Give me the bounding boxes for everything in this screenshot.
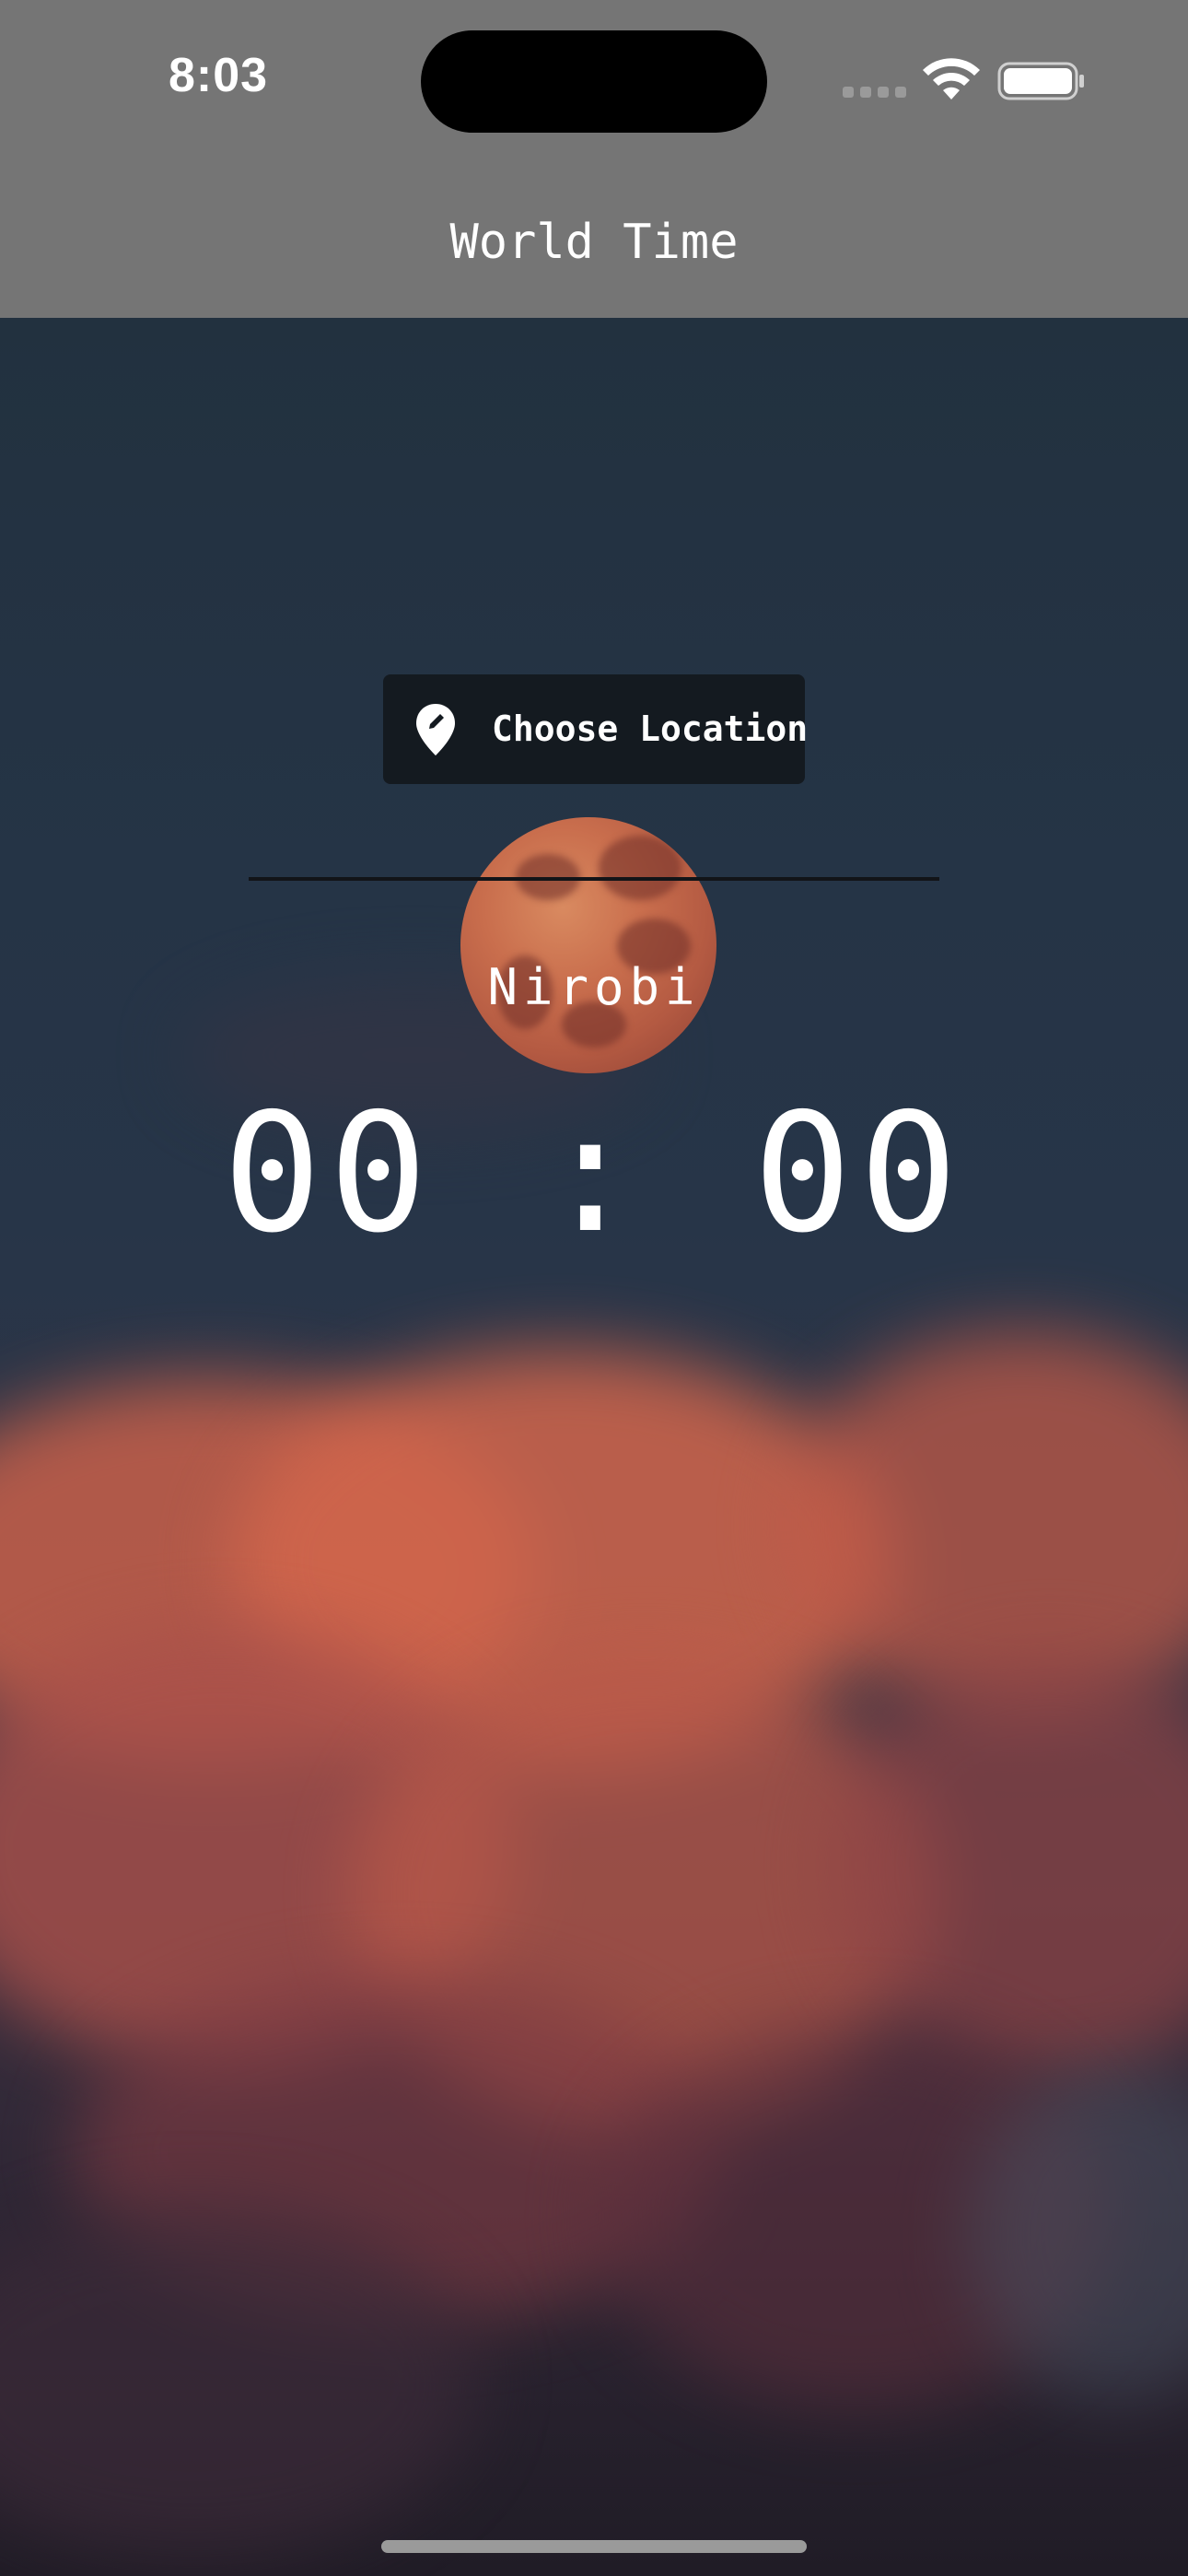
dynamic-island [421, 30, 767, 133]
moon-image [460, 817, 716, 1073]
choose-location-button[interactable]: Choose Location [383, 674, 809, 784]
divider [249, 877, 939, 881]
world-time-screen: 8:03 World Time Choose Location Nirobi 0… [0, 0, 1188, 2576]
location-edit-icon [416, 704, 455, 755]
background-sky-image [0, 318, 1188, 2576]
status-time: 8:03 [169, 49, 269, 102]
home-indicator[interactable] [381, 2540, 807, 2553]
choose-location-label: Choose Location [492, 708, 809, 749]
wifi-icon [923, 58, 980, 100]
app-bar: 8:03 World Time [0, 0, 1188, 318]
app-title: World Time [449, 215, 739, 270]
location-name: Nirobi [487, 958, 701, 1016]
cellular-signal-icon [843, 87, 907, 98]
clock-display: 00 : 00 [222, 1078, 966, 1269]
battery-icon [997, 62, 1084, 100]
